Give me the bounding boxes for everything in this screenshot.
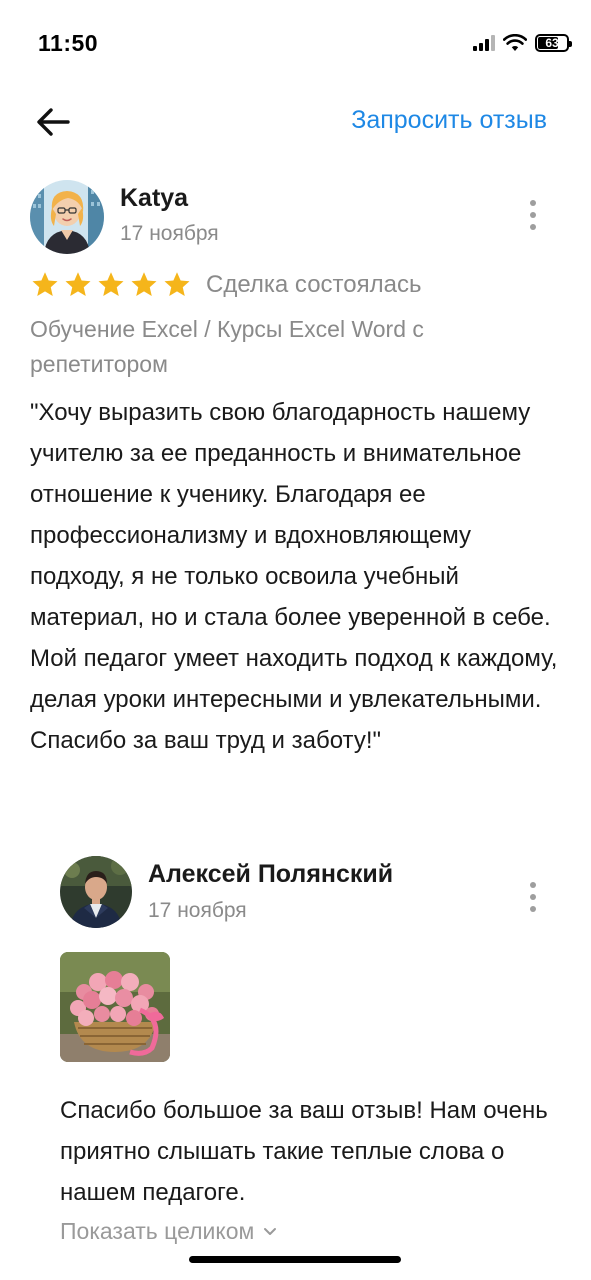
reply-date: 17 ноября: [148, 899, 247, 922]
more-vertical-icon[interactable]: [523, 198, 543, 232]
star-icon: [131, 272, 157, 296]
reply-author-name[interactable]: Алексей Полянский: [148, 860, 393, 889]
star-icon: [65, 272, 91, 296]
status-icons: 63: [473, 31, 572, 55]
home-indicator: [189, 1256, 401, 1263]
more-vertical-icon[interactable]: [523, 880, 543, 914]
reply-author-avatar[interactable]: [60, 856, 132, 928]
chevron-down-icon: [264, 1227, 277, 1235]
show-more-label: Показать целиком: [60, 1218, 255, 1244]
reviewer-avatar[interactable]: [30, 180, 104, 254]
wifi-icon: [503, 34, 527, 51]
service-name: Обучение Excel / Курсы Excel Word с репе…: [30, 316, 424, 377]
rating-row: Сделка состоялась: [30, 268, 421, 302]
star-icon: [164, 272, 190, 296]
reply-text: Спасибо большое за ваш отзыв! Нам очень …: [60, 1097, 548, 1206]
top-nav: Запросить отзыв: [0, 96, 591, 146]
signal-icon: [473, 35, 495, 51]
battery-icon: 63: [535, 34, 572, 52]
back-button[interactable]: [34, 102, 74, 142]
deal-status: Сделка состоялась: [206, 271, 422, 298]
status-time: 11:50: [38, 30, 99, 56]
review-text: "Хочу выразить свою благодарность нашему…: [30, 399, 558, 754]
show-more-link[interactable]: Показать целиком: [60, 1218, 278, 1245]
reply-photo[interactable]: [60, 952, 170, 1062]
star-icon: [98, 272, 124, 296]
battery-level: 63: [545, 36, 559, 50]
reviewer-name[interactable]: Katya: [120, 184, 188, 213]
status-bar: 11:50 63: [0, 0, 591, 80]
review-date: 17 ноября: [120, 222, 219, 245]
arrow-left-icon: [37, 108, 70, 136]
request-review-link[interactable]: Запросить отзыв: [351, 106, 547, 135]
star-rating: [30, 270, 192, 300]
star-icon: [32, 272, 58, 296]
